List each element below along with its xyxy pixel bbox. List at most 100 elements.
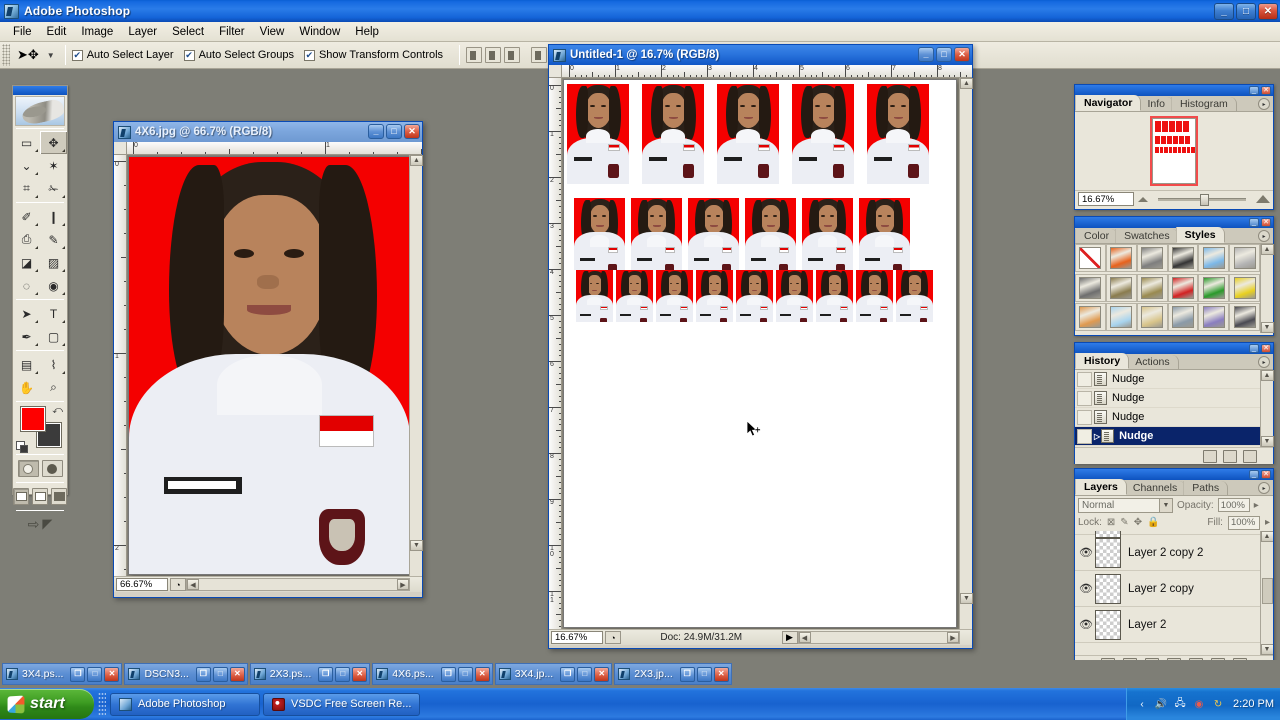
create-new-snapshot-icon[interactable]	[1223, 449, 1237, 463]
minimized-document[interactable]: 4X6.ps... ❐ □ ✕	[372, 663, 493, 685]
min-close-button[interactable]: ✕	[104, 666, 120, 682]
min-close-button[interactable]: ✕	[229, 666, 245, 682]
panel-menu-icon[interactable]: ▸	[1258, 356, 1270, 368]
update-icon[interactable]: ↻	[1211, 697, 1225, 711]
magic-wand-tool-icon[interactable]: ✶	[40, 154, 67, 177]
style-swatch[interactable]	[1136, 303, 1168, 332]
layers-close-button[interactable]: ✕	[1261, 470, 1271, 479]
minimized-document[interactable]: 2X3.jp... ❐ □ ✕	[614, 663, 732, 685]
horizontal-scrollbar-4x6[interactable]: ◀ ▶	[186, 578, 410, 591]
minimized-document[interactable]: 2X3.ps... ❐ □ ✕	[249, 663, 371, 685]
app-minimize-button[interactable]: _	[1214, 3, 1234, 20]
align-left-edges-icon[interactable]	[531, 47, 548, 63]
style-swatch[interactable]	[1136, 244, 1168, 272]
notes-tool-icon[interactable]: ▤	[13, 353, 40, 376]
history-minimize-button[interactable]: _	[1249, 344, 1259, 353]
image-4x6[interactable]	[129, 157, 409, 574]
style-swatch[interactable]	[1229, 244, 1260, 272]
navigator-thumbnail-area[interactable]	[1075, 112, 1273, 190]
scroll-up-button-layers[interactable]: ▲	[1260, 531, 1273, 542]
default-colors-icon[interactable]	[16, 441, 28, 453]
fill-stepper-icon[interactable]: ▸	[1265, 517, 1270, 528]
delete-state-icon[interactable]	[1243, 449, 1257, 463]
align-vertical-centers-icon[interactable]	[485, 47, 502, 63]
style-swatch[interactable]	[1167, 244, 1199, 272]
tab-color[interactable]: Color	[1075, 229, 1119, 243]
menu-view[interactable]: View	[253, 24, 292, 40]
tab-swatches[interactable]: Swatches	[1115, 229, 1179, 243]
marquee-tool-icon[interactable]: ▭	[13, 131, 40, 154]
new-document-from-state-icon[interactable]	[1203, 449, 1217, 463]
scroll-down-button-history[interactable]: ▼	[1260, 436, 1274, 447]
scroll-up-button-4x6[interactable]: ▲	[410, 155, 423, 166]
scroll-up-button-history[interactable]: ▲	[1260, 370, 1274, 381]
quick-mask-mode-icon[interactable]	[41, 460, 63, 477]
document-titlebar-4x6[interactable]: 4X6.jpg @ 66.7% (RGB/8) _ □ ✕	[114, 122, 422, 142]
standard-mode-icon[interactable]	[17, 460, 39, 477]
zoom-tool-icon[interactable]: ⌕	[40, 376, 67, 399]
rectangle-shape-tool-icon[interactable]: ▢	[40, 325, 67, 348]
ruler-origin-4x6[interactable]	[114, 142, 127, 155]
blur-tool-icon[interactable]: ◌	[13, 274, 40, 297]
minimized-document[interactable]: 3X4.ps... ❐ □ ✕	[2, 663, 123, 685]
panel-menu-icon[interactable]: ▸	[1258, 482, 1270, 494]
volume-icon[interactable]: 🔊	[1154, 697, 1168, 711]
type-tool-icon[interactable]: T	[40, 302, 67, 325]
zoom-level-untitled-1[interactable]: 16.67%	[551, 631, 603, 644]
layer-thumbnail[interactable]	[1095, 609, 1121, 640]
tab-info[interactable]: Info	[1138, 97, 1174, 111]
scroll-down-button-layers[interactable]: ▼	[1260, 644, 1273, 655]
style-swatch[interactable]	[1075, 303, 1106, 332]
styles-panel-titlebar[interactable]: _ ✕	[1075, 217, 1273, 228]
min-close-button[interactable]: ✕	[474, 666, 490, 682]
app-close-button[interactable]: ✕	[1258, 3, 1278, 20]
scroll-left-button-4x6[interactable]: ◀	[187, 579, 199, 590]
chevron-down-icon[interactable]: ▼	[47, 51, 55, 60]
style-swatch[interactable]	[1198, 303, 1230, 332]
styles-close-button[interactable]: ✕	[1261, 218, 1271, 227]
style-swatch[interactable]	[1167, 273, 1199, 302]
style-swatch[interactable]	[1167, 303, 1199, 332]
lock-all-icon[interactable]: 🔒	[1147, 517, 1159, 528]
auto-select-groups-checkbox[interactable]: ✔	[183, 49, 195, 61]
navigator-zoom-value[interactable]: 16.67%	[1078, 192, 1134, 206]
full-screen-menubar-icon[interactable]	[32, 488, 48, 505]
horizontal-scrollbar-untitled-1[interactable]: ◀ ▶	[797, 631, 960, 644]
zoom-out-icon[interactable]	[1138, 196, 1148, 202]
history-item[interactable]: Nudge	[1075, 408, 1260, 427]
status-preview-button-untitled-1[interactable]: ◔	[605, 631, 621, 644]
history-item[interactable]: Nudge	[1075, 370, 1260, 389]
document-titlebar-untitled-1[interactable]: Untitled-1 @ 16.7% (RGB/8) _ □ ✕	[549, 45, 972, 65]
opacity-stepper-icon[interactable]: ▸	[1254, 500, 1259, 511]
fill-value[interactable]: 100%	[1227, 515, 1260, 530]
options-active-tool[interactable]: ➤✥ ▼	[13, 47, 59, 63]
scroll-down-button-styles[interactable]: ▼	[1260, 322, 1274, 333]
style-swatch[interactable]	[1198, 273, 1230, 302]
style-swatch[interactable]	[1105, 273, 1137, 302]
vertical-ruler-4x6[interactable]: 012	[114, 155, 127, 576]
app-maximize-button[interactable]: □	[1236, 3, 1256, 20]
history-item-selected[interactable]: ▷ Nudge	[1075, 427, 1260, 446]
vertical-scrollbar-untitled-1[interactable]: ▲ ▼	[959, 78, 973, 629]
vertical-ruler-untitled-1[interactable]: 01234567891011	[549, 78, 562, 629]
scroll-down-button-untitled-1[interactable]: ▼	[960, 593, 973, 604]
min-maximize-button[interactable]: □	[335, 666, 351, 682]
doc-close-button-untitled-1[interactable]: ✕	[954, 47, 970, 62]
chevron-down-icon[interactable]: ▼	[1159, 497, 1173, 513]
slice-tool-icon[interactable]: ✁	[40, 177, 67, 200]
gradient-tool-icon[interactable]: ▨	[40, 251, 67, 274]
style-swatch[interactable]	[1229, 303, 1260, 332]
min-maximize-button[interactable]: □	[87, 666, 103, 682]
history-snapshot-box[interactable]	[1077, 390, 1092, 406]
menu-select[interactable]: Select	[165, 24, 211, 40]
style-swatch[interactable]	[1136, 273, 1168, 302]
min-restore-button[interactable]: ❐	[560, 666, 576, 682]
auto-select-layer-checkbox[interactable]: ✔	[71, 49, 83, 61]
minimized-document[interactable]: 3X4.jp... ❐ □ ✕	[494, 663, 613, 685]
eyedropper-tool-icon[interactable]: ⌇	[40, 353, 67, 376]
doc-minimize-button-4x6[interactable]: _	[368, 124, 384, 139]
layer-thumbnail[interactable]	[1095, 573, 1121, 604]
style-swatch[interactable]	[1075, 244, 1106, 272]
edit-in-imageready-icon[interactable]: ◤	[42, 516, 52, 533]
styles-minimize-button[interactable]: _	[1249, 218, 1259, 227]
